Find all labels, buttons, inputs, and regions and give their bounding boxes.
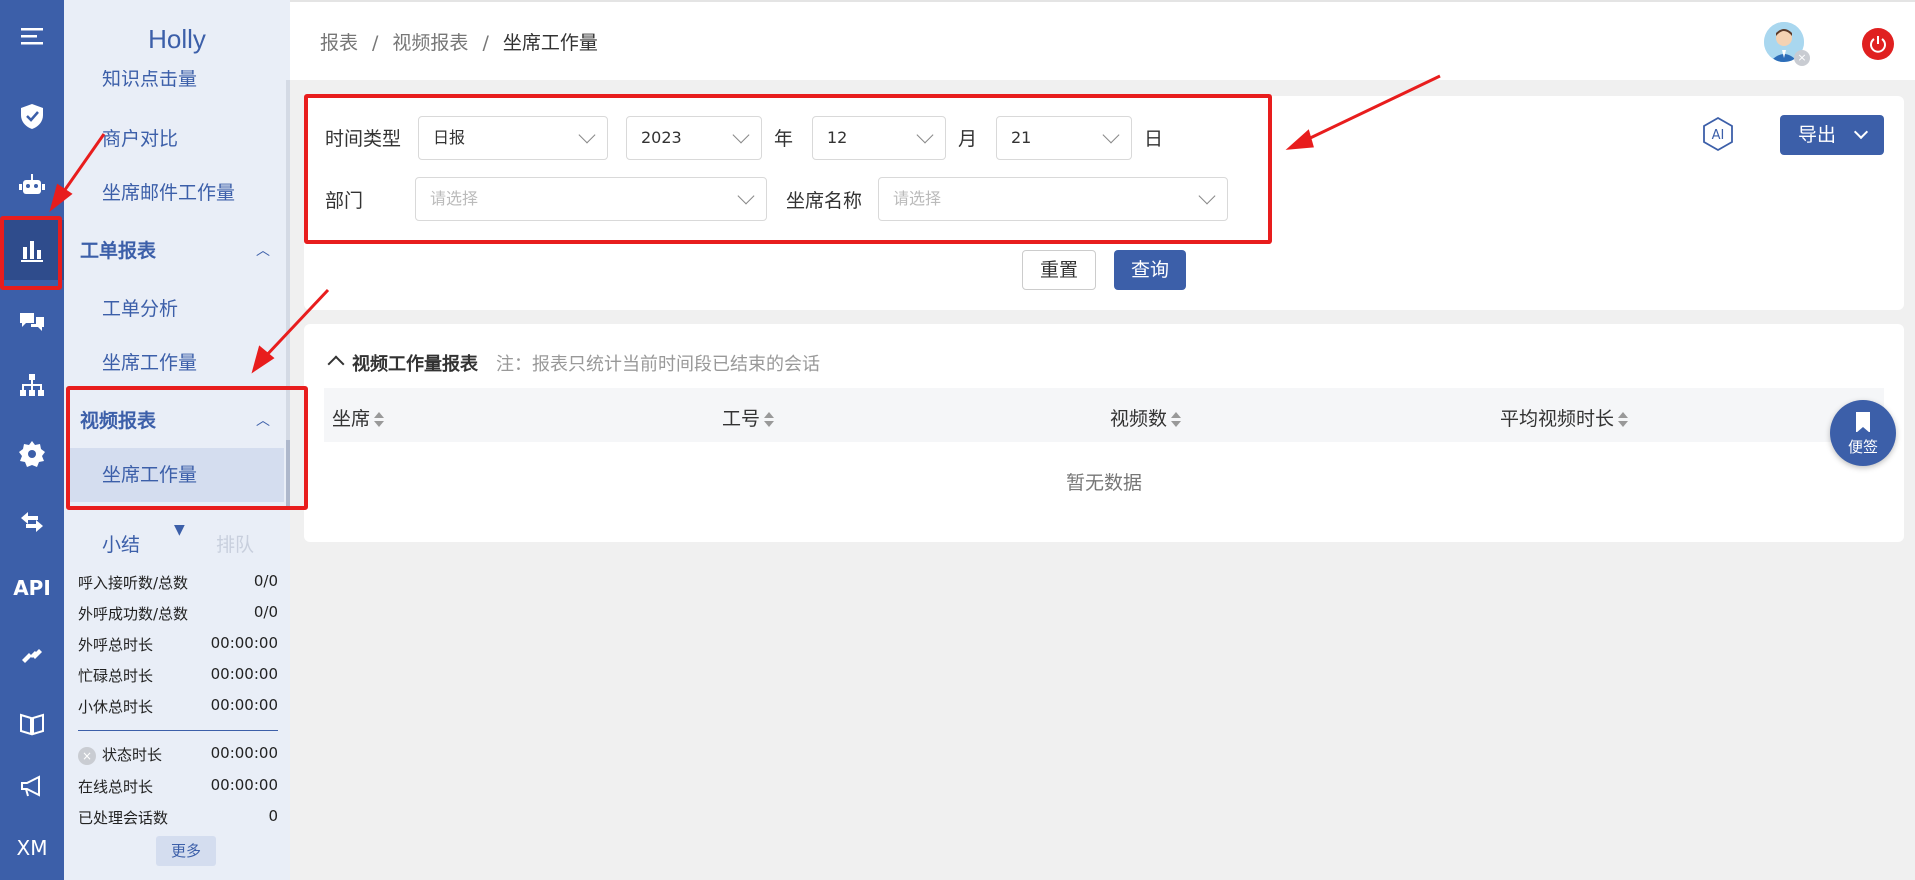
stat-value: 00:00:00 xyxy=(210,696,278,714)
sticky-note-button[interactable]: 便签 xyxy=(1830,400,1896,466)
link-icon[interactable] xyxy=(0,626,64,686)
more-button[interactable]: 更多 xyxy=(156,836,216,866)
stat-label: 呼入接听数/总数 xyxy=(78,574,189,592)
sort-icon[interactable] xyxy=(1171,411,1182,429)
xm-icon[interactable]: XM xyxy=(0,818,64,878)
stat-label: 状态时长 xyxy=(102,746,163,764)
breadcrumb-separator: / xyxy=(482,32,489,54)
chat-icon[interactable] xyxy=(0,292,64,352)
chevron-down-icon xyxy=(1853,124,1869,140)
stat-label: 在线总时长 xyxy=(78,778,154,796)
stat-value: 00:00:00 xyxy=(210,776,278,794)
ai-label: AI xyxy=(1712,128,1725,143)
chevron-up-icon[interactable] xyxy=(327,355,345,373)
report-table-card: 视频工作量报表 注：报表只统计当前时间段已结束的会话 坐席 工号 视频数 平均视… xyxy=(304,324,1904,542)
top-header: 报表 / 视频报表 / 坐席工作量 × xyxy=(290,0,1915,80)
power-icon[interactable] xyxy=(1862,28,1894,60)
filter-icon[interactable]: ▼ xyxy=(174,522,185,538)
close-icon: × xyxy=(78,746,96,765)
robot-icon[interactable] xyxy=(0,155,64,215)
ai-icon[interactable]: AI xyxy=(1700,116,1736,152)
column-header-agent[interactable]: 坐席 xyxy=(332,404,385,431)
highlight-box-filters xyxy=(304,94,1272,244)
stat-row: 外呼成功数/总数 0/0 xyxy=(78,603,278,624)
sidebar-item-ticket-agent-workload[interactable]: 坐席工作量 xyxy=(102,348,197,375)
stat-label: 小休总时长 xyxy=(78,698,154,716)
column-header-employee-id[interactable]: 工号 xyxy=(722,404,775,431)
breadcrumb: 报表 / 视频报表 / 坐席工作量 xyxy=(320,28,598,55)
highlight-box-rail xyxy=(0,216,62,290)
column-label: 工号 xyxy=(722,408,761,430)
breadcrumb-item[interactable]: 视频报表 xyxy=(392,32,468,54)
megaphone-icon[interactable] xyxy=(0,756,64,816)
stat-row: 呼入接听数/总数 0/0 xyxy=(78,572,278,593)
shield-icon[interactable] xyxy=(0,86,64,146)
summary-tabs: 小结 ▼ 排队 xyxy=(64,522,290,562)
breadcrumb-separator: / xyxy=(372,32,379,54)
api-icon[interactable]: API xyxy=(0,558,64,618)
menu-icon[interactable] xyxy=(0,6,64,66)
stat-row: 忙碌总时长 00:00:00 xyxy=(78,665,278,686)
table-title: 视频工作量报表 xyxy=(352,354,478,375)
org-chart-icon[interactable] xyxy=(0,356,64,416)
column-label: 视频数 xyxy=(1110,408,1168,430)
stat-row: 在线总时长 00:00:00 xyxy=(78,776,278,797)
stat-value: 0/0 xyxy=(253,572,278,590)
brand-logo: Holly xyxy=(148,24,206,54)
stat-label: 已处理会话数 xyxy=(78,809,169,827)
group-label: 工单报表 xyxy=(80,240,157,262)
sort-icon[interactable] xyxy=(764,411,775,429)
tab-summary[interactable]: 小结 xyxy=(102,530,140,557)
stat-row: × 状态时长 00:00:00 xyxy=(78,744,278,765)
reset-button[interactable]: 重置 xyxy=(1022,250,1096,290)
stat-row: 小休总时长 00:00:00 xyxy=(78,696,278,717)
transfer-icon[interactable] xyxy=(0,492,64,552)
divider xyxy=(78,730,278,731)
column-label: 坐席 xyxy=(332,408,371,430)
stat-value: 00:00:00 xyxy=(210,634,278,652)
breadcrumb-current: 坐席工作量 xyxy=(502,32,598,54)
icon-rail: API XM xyxy=(0,0,64,880)
stat-value: 0 xyxy=(268,807,278,825)
stat-row: 已处理会话数 0 xyxy=(78,807,278,828)
stat-value: 0/0 xyxy=(253,603,278,621)
sidebar-item-ticket-analysis[interactable]: 工单分析 xyxy=(102,294,178,321)
stat-label: 外呼成功数/总数 xyxy=(78,605,189,623)
sidebar-item-merchant-compare[interactable]: 商户对比 xyxy=(102,124,178,151)
tab-queue[interactable]: 排队 xyxy=(216,530,254,557)
column-header-avg-video-duration[interactable]: 平均视频时长 xyxy=(1500,404,1629,431)
stat-label: 忙碌总时长 xyxy=(78,667,154,685)
stat-value: 00:00:00 xyxy=(210,744,278,762)
sort-icon[interactable] xyxy=(1618,411,1629,429)
sidebar-group-ticket-report[interactable]: 工单报表 ︿ xyxy=(80,236,270,263)
column-label: 平均视频时长 xyxy=(1500,408,1615,430)
highlight-box-sidebar xyxy=(66,386,308,510)
sidebar-item-knowledge-clicks[interactable]: 知识点击量 xyxy=(102,70,197,91)
stat-row: 外呼总时长 00:00:00 xyxy=(78,634,278,655)
breadcrumb-item[interactable]: 报表 xyxy=(320,32,358,54)
query-button[interactable]: 查询 xyxy=(1114,250,1186,290)
sidebar-item-agent-email-workload[interactable]: 坐席邮件工作量 xyxy=(102,178,235,205)
sort-icon[interactable] xyxy=(374,411,385,429)
book-icon[interactable] xyxy=(0,694,64,754)
stat-value: 00:00:00 xyxy=(210,665,278,683)
sticky-note-label: 便签 xyxy=(1847,438,1878,456)
gear-icon[interactable] xyxy=(0,424,64,484)
xm-label: XM xyxy=(16,836,48,860)
stat-label: 外呼总时长 xyxy=(78,636,154,654)
close-icon[interactable]: × xyxy=(1794,50,1810,66)
api-label: API xyxy=(13,576,51,600)
chevron-up-icon: ︿ xyxy=(256,243,270,259)
export-button[interactable]: 导出 xyxy=(1780,115,1884,155)
table-note: 注：报表只统计当前时间段已结束的会话 xyxy=(496,354,820,375)
column-header-video-count[interactable]: 视频数 xyxy=(1110,404,1182,431)
export-label: 导出 xyxy=(1798,124,1837,146)
table-header: 坐席 工号 视频数 平均视频时长 xyxy=(324,388,1884,442)
bookmark-icon xyxy=(1856,412,1870,433)
empty-state: 暂无数据 xyxy=(1065,472,1142,494)
